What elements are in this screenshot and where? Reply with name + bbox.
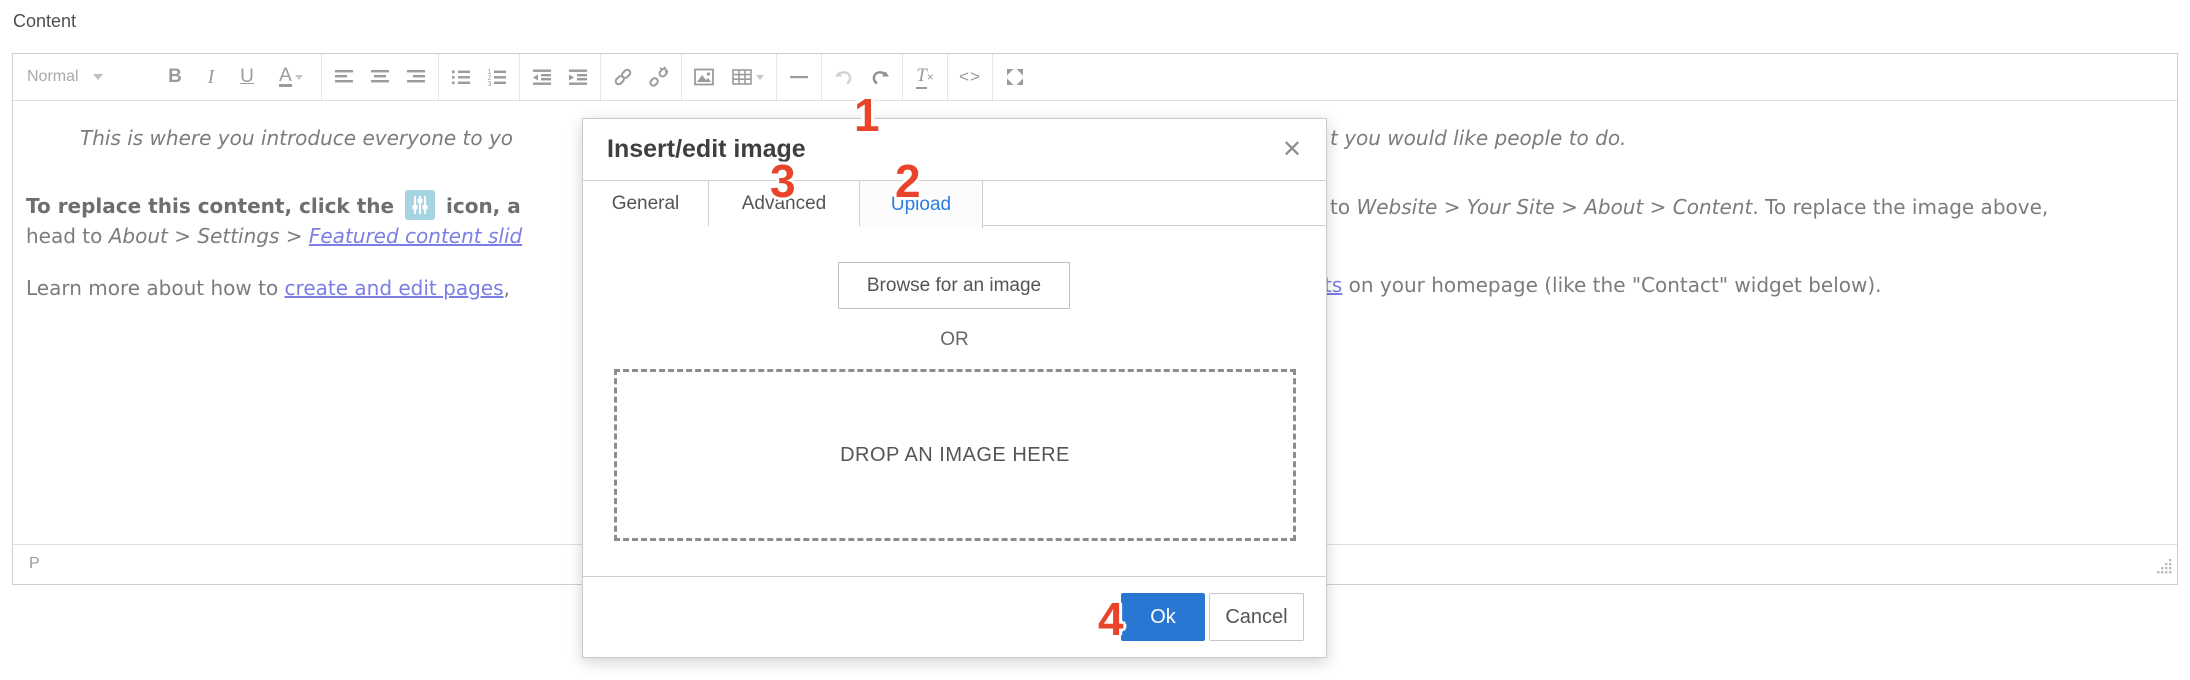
- align-center-icon[interactable]: [362, 59, 398, 95]
- resize-grip[interactable]: [2156, 558, 2173, 580]
- toolbar-group-link: [601, 54, 682, 100]
- svg-text:3: 3: [488, 81, 492, 87]
- tab-upload[interactable]: Upload: [860, 181, 983, 228]
- toolbar-group-hr: [777, 54, 822, 100]
- indent-icon[interactable]: [560, 59, 596, 95]
- text-color-button[interactable]: A: [265, 59, 317, 95]
- horizontal-rule-icon[interactable]: [781, 59, 817, 95]
- content-field-label: Content: [13, 11, 76, 32]
- cancel-button[interactable]: Cancel: [1209, 593, 1304, 641]
- format-dropdown-value: Normal: [27, 68, 79, 86]
- link-icon[interactable]: [605, 59, 641, 95]
- or-separator: OR: [583, 329, 1326, 351]
- element-path[interactable]: P: [29, 555, 40, 573]
- replace-content-line1-left: To replace this content, click the icon,…: [26, 190, 521, 220]
- unlink-icon[interactable]: [641, 59, 677, 95]
- table-button[interactable]: [722, 59, 772, 95]
- italic-button[interactable]: I: [193, 59, 229, 95]
- featured-content-slider-icon: [405, 190, 435, 220]
- featured-content-slider-link[interactable]: Featured content slid: [309, 224, 522, 248]
- clear-formatting-button[interactable]: T×: [907, 59, 943, 95]
- ok-button[interactable]: Ok: [1121, 593, 1205, 641]
- tab-general[interactable]: General: [583, 181, 709, 226]
- chevron-down-icon: [295, 75, 303, 80]
- create-edit-pages-link[interactable]: create and edit pages: [285, 276, 504, 300]
- insert-image-button[interactable]: [686, 59, 722, 95]
- chevron-down-icon: [93, 74, 103, 80]
- replace-content-line2: head to About > Settings > Featured cont…: [26, 224, 522, 248]
- learn-more-paragraph-right: ts on your homepage (like the "Contact" …: [1324, 273, 1882, 297]
- toolbar-group-align: [322, 54, 439, 100]
- toolbar-group-clear: T×: [903, 54, 948, 100]
- outdent-icon[interactable]: [524, 59, 560, 95]
- image-dropzone[interactable]: DROP AN IMAGE HERE: [614, 369, 1296, 541]
- toolbar-group-fullscreen: [993, 54, 1037, 100]
- align-right-icon[interactable]: [398, 59, 434, 95]
- insert-edit-image-dialog: Insert/edit image ✕ General Advanced Upl…: [582, 118, 1327, 658]
- bold-button[interactable]: B: [157, 59, 193, 95]
- annotation-step-3: 3: [770, 158, 796, 204]
- underline-button[interactable]: U: [229, 59, 265, 95]
- replace-content-line1-right: to Website > Your Site > About > Content…: [1330, 195, 2048, 219]
- bullet-list-icon[interactable]: [443, 59, 479, 95]
- annotation-step-1: 1: [854, 92, 880, 138]
- chevron-down-icon: [756, 75, 764, 80]
- annotation-step-4: 4: [1098, 596, 1124, 642]
- close-icon[interactable]: ✕: [1276, 133, 1308, 165]
- toolbar-group-format: Normal B I U A: [13, 54, 322, 100]
- toolbar-group-code: <>: [948, 54, 993, 100]
- editor-toolbar: Normal B I U A: [13, 54, 2177, 101]
- dialog-footer: Ok Cancel: [583, 576, 1326, 657]
- toolbar-group-media: [682, 54, 777, 100]
- code-view-button[interactable]: <>: [952, 59, 988, 95]
- annotation-step-2: 2: [895, 158, 921, 204]
- toolbar-group-lists: 123: [439, 54, 520, 100]
- intro-paragraph-left: This is where you introduce everyone to …: [80, 126, 513, 150]
- numbered-list-icon[interactable]: 123: [479, 59, 515, 95]
- browse-for-image-button[interactable]: Browse for an image: [838, 262, 1070, 309]
- upload-tab-panel: Browse for an image OR DROP AN IMAGE HER…: [583, 226, 1326, 576]
- fullscreen-icon[interactable]: [997, 59, 1033, 95]
- dropzone-label: DROP AN IMAGE HERE: [840, 444, 1070, 467]
- intro-paragraph-right: t you would like people to do.: [1330, 126, 1626, 150]
- learn-more-paragraph-left: Learn more about how to create and edit …: [26, 276, 510, 300]
- dialog-header: Insert/edit image ✕: [583, 119, 1326, 181]
- dialog-tabs: General Advanced Upload: [583, 181, 1326, 226]
- align-left-icon[interactable]: [326, 59, 362, 95]
- format-dropdown[interactable]: Normal: [17, 59, 157, 95]
- toolbar-group-indent: [520, 54, 601, 100]
- screen: Content Normal B I U A: [0, 0, 2190, 680]
